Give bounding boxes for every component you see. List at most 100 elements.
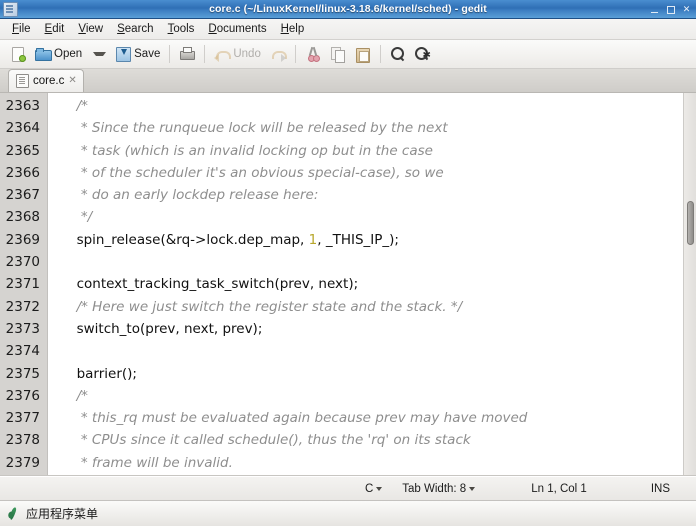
- toolbar-separator-4: [379, 45, 381, 63]
- code-comment: * of the scheduler it's an obvious speci…: [68, 164, 444, 181]
- code-line: * CPUs since it called schedule(), thus …: [68, 429, 696, 451]
- menu-view[interactable]: View: [71, 21, 110, 37]
- application-menu-label[interactable]: 应用程序菜单: [26, 505, 98, 522]
- tab-width-label: Tab Width: 8: [402, 482, 467, 495]
- line-number: 2365: [5, 142, 40, 159]
- code-comment: * do an early lockdep release here:: [68, 187, 319, 204]
- editor-area: 2363 2364 2365 2366 2367 2368 2369 2370 2371 2372…: [0, 93, 696, 476]
- find-magnifier-icon: [390, 46, 406, 62]
- line-number: 2379: [5, 454, 40, 471]
- vertical-scrollbar-thumb[interactable]: [687, 201, 694, 245]
- code-line: /*: [68, 385, 696, 407]
- line-number-gutter: 2363 2364 2365 2366 2367 2368 2369 2370 2371 2372…: [0, 93, 48, 475]
- code-text: spin_release(&rq->lock.dep_map,: [68, 231, 309, 248]
- line-number: 2373: [5, 320, 40, 337]
- menu-view-label: iew: [85, 23, 104, 35]
- gedit-icon: [3, 1, 18, 17]
- line-number: 2372: [5, 298, 40, 315]
- code-comment: * task (which is an invalid locking op b…: [68, 142, 433, 159]
- line-number: 2371: [5, 276, 40, 293]
- redo-button[interactable]: [266, 43, 290, 65]
- code-text-area[interactable]: /* * Since the runqueue lock will be rel…: [48, 93, 696, 475]
- code-comment: /*: [68, 98, 88, 114]
- window-controls: ✕: [648, 3, 693, 16]
- menu-edit-label: dit: [52, 23, 65, 35]
- save-button[interactable]: Save: [111, 43, 164, 65]
- menu-search[interactable]: Search: [110, 21, 160, 37]
- menu-file[interactable]: File: [5, 21, 38, 37]
- line-number: 2369: [5, 231, 40, 248]
- menu-file-mnemonic: F: [12, 23, 20, 35]
- menu-help[interactable]: Help: [274, 21, 312, 37]
- undo-button[interactable]: Undo: [210, 43, 265, 65]
- menu-edit[interactable]: Edit: [38, 21, 72, 37]
- cut-button[interactable]: [301, 43, 325, 65]
- paste-clipboard-icon: [355, 46, 371, 63]
- close-button[interactable]: ✕: [680, 3, 693, 16]
- code-line: barrier();: [68, 363, 696, 385]
- save-disk-icon: [115, 46, 132, 62]
- find-replace-button[interactable]: ✱: [411, 43, 435, 65]
- open-button-label: Open: [54, 48, 83, 60]
- toolbar-separator-2: [204, 45, 206, 63]
- toolbar-separator-3: [294, 45, 296, 63]
- cut-scissors-icon: [305, 46, 321, 62]
- tab-close-icon[interactable]: ✕: [68, 76, 76, 86]
- new-document-button[interactable]: [6, 43, 30, 65]
- tab-label: core.c: [33, 75, 65, 87]
- paste-button[interactable]: [351, 43, 375, 65]
- code-line: */: [68, 206, 696, 228]
- menu-tools-label: ools: [173, 23, 195, 35]
- find-button[interactable]: [386, 43, 410, 65]
- open-button[interactable]: Open: [31, 43, 86, 65]
- save-button-label: Save: [134, 48, 161, 60]
- vertical-scrollbar[interactable]: [683, 93, 696, 475]
- print-button[interactable]: [175, 43, 199, 65]
- line-number: 2374: [5, 343, 40, 360]
- find-replace-magnifier-icon: ✱: [414, 46, 431, 62]
- menu-documents[interactable]: Documents: [201, 21, 273, 37]
- toolbar: Open Save Undo ✱: [0, 40, 696, 69]
- print-icon: [179, 46, 196, 62]
- menu-search-label: earch: [124, 23, 154, 35]
- minimize-button[interactable]: [648, 3, 661, 16]
- menu-tools[interactable]: Tools: [161, 21, 202, 37]
- toolbar-separator-1: [169, 45, 171, 63]
- code-line: * do an early lockdep release here:: [68, 184, 696, 206]
- chevron-down-icon: [93, 52, 107, 56]
- open-dropdown-button[interactable]: [87, 43, 110, 65]
- undo-button-label: Undo: [233, 48, 261, 60]
- code-text: switch_to(prev, next, prev);: [68, 320, 263, 337]
- tab-width-selector[interactable]: Tab Width: 8: [392, 483, 485, 495]
- chevron-down-icon: [469, 486, 476, 491]
- line-number: 2370: [5, 254, 40, 271]
- code-text: , _THIS_IP_);: [317, 231, 399, 248]
- cursor-position: Ln 1, Col 1: [531, 482, 587, 495]
- undo-arrow-icon: [214, 46, 232, 62]
- line-number: 2368: [5, 209, 40, 226]
- tab-core-c[interactable]: core.c ✕: [8, 69, 84, 92]
- code-text: barrier();: [68, 365, 137, 382]
- statusbar: C Tab Width: 8 Ln 1, Col 1 INS: [0, 476, 696, 500]
- application-menu-icon: [6, 507, 20, 521]
- menubar: File Edit View Search Tools Documents He…: [0, 19, 696, 40]
- code-line: /*: [68, 95, 696, 117]
- code-line: * frame will be invalid.: [68, 452, 696, 474]
- line-number: 2367: [5, 187, 40, 204]
- redo-arrow-icon: [270, 46, 287, 62]
- tabbar: core.c ✕: [0, 69, 696, 93]
- code-text: context_tracking_task_switch(prev, next)…: [68, 276, 359, 293]
- maximize-button[interactable]: [664, 3, 677, 16]
- language-selector[interactable]: C: [355, 483, 392, 495]
- copy-icon: [330, 46, 346, 63]
- line-number: 2363: [5, 98, 40, 114]
- menu-help-label: elp: [288, 23, 305, 35]
- code-line: context_tracking_task_switch(prev, next)…: [68, 273, 696, 295]
- code-line: /* Here we just switch the register stat…: [68, 296, 696, 318]
- copy-button[interactable]: [326, 43, 350, 65]
- code-comment: * this_rq must be evaluated again becaus…: [68, 410, 528, 427]
- line-number: 2366: [5, 164, 40, 181]
- code-line: switch_to(prev, next, prev);: [68, 318, 696, 340]
- menu-documents-label: ocuments: [216, 23, 267, 35]
- window-titlebar: core.c (~/LinuxKernel/linux-3.18.6/kerne…: [0, 0, 696, 19]
